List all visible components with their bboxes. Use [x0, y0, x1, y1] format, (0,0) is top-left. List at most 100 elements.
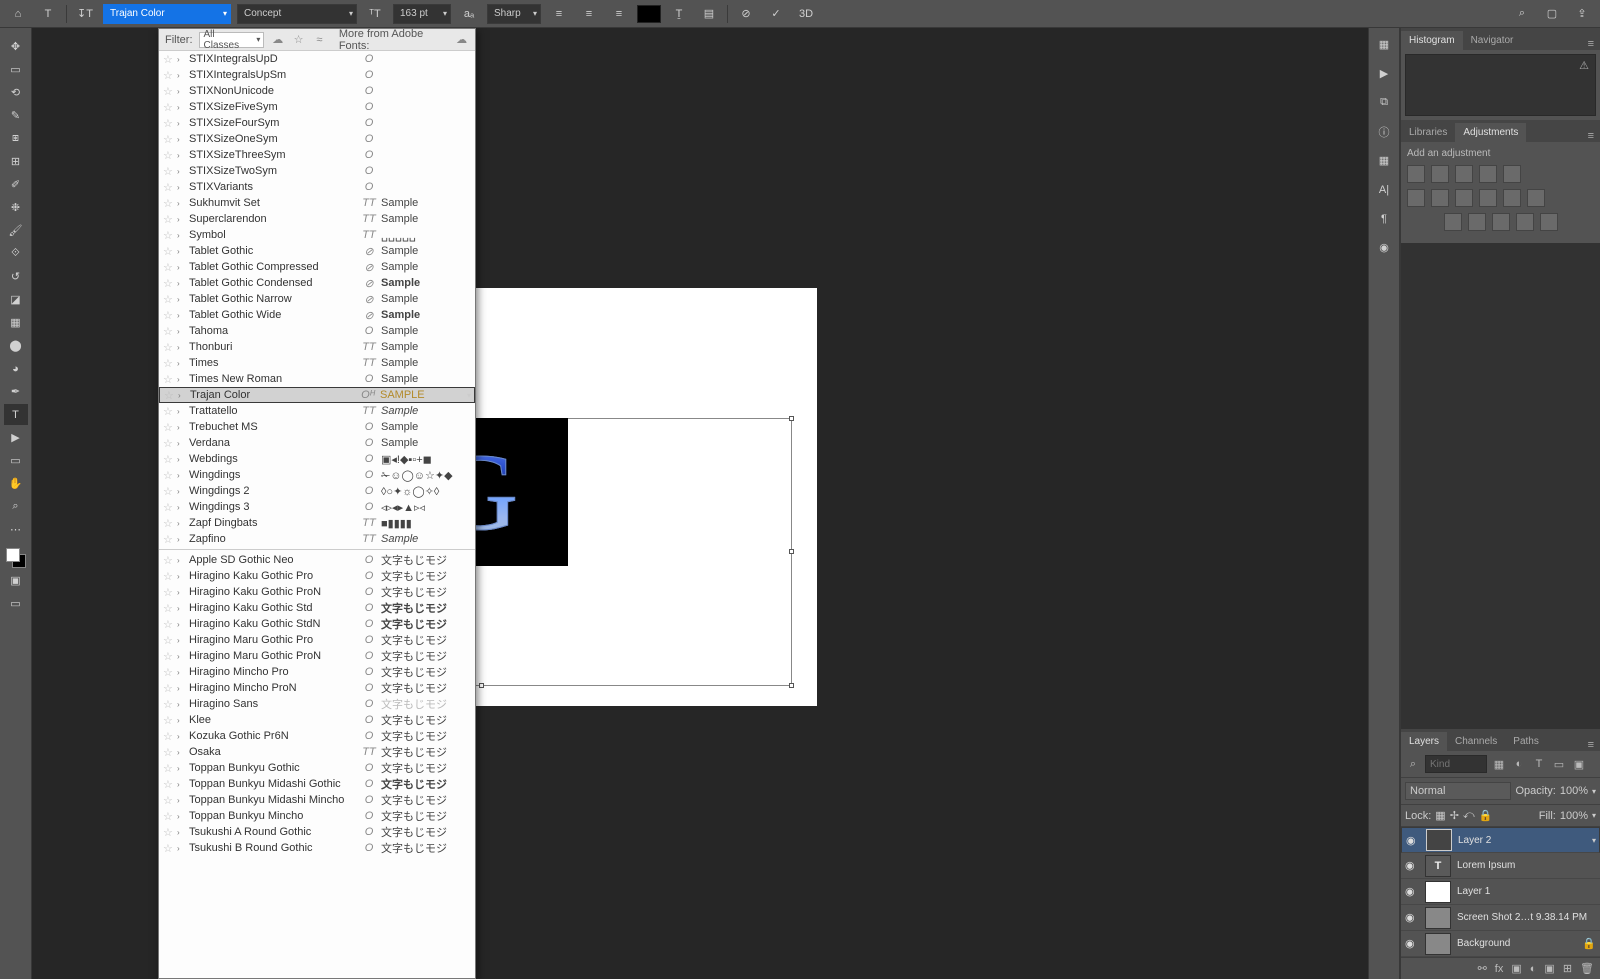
swatches-panel-icon[interactable]: ▦: [1372, 150, 1396, 171]
font-row[interactable]: ☆›Tablet Gothic Condensed⊘Sample: [159, 275, 475, 291]
font-dropdown[interactable]: Filter: All Classes ☁ ☆ ≈ More from Adob…: [158, 28, 476, 979]
text-color-swatch[interactable]: [637, 5, 661, 23]
favorite-star-icon[interactable]: ☆: [163, 213, 173, 226]
expand-arrow-icon[interactable]: ›: [177, 423, 185, 432]
expand-arrow-icon[interactable]: ›: [177, 716, 185, 725]
font-row[interactable]: ☆›STIXVariantsO: [159, 179, 475, 195]
favorite-star-icon[interactable]: ☆: [163, 101, 173, 114]
eyedropper-tool[interactable]: ✐: [4, 174, 28, 195]
favorite-star-icon[interactable]: ☆: [163, 405, 173, 418]
zoom-tool[interactable]: ⌕: [4, 496, 28, 517]
path-select-tool[interactable]: ▶: [4, 427, 28, 448]
edit-toolbar[interactable]: ⋯: [4, 519, 28, 540]
font-row[interactable]: ☆›STIXIntegralsUpSmO: [159, 67, 475, 83]
font-row[interactable]: ☆›KleeO文字もじモジ: [159, 712, 475, 728]
expand-arrow-icon[interactable]: ›: [177, 487, 185, 496]
favorite-star-icon[interactable]: ☆: [163, 373, 173, 386]
expand-arrow-icon[interactable]: ›: [177, 327, 185, 336]
favorite-star-icon[interactable]: ☆: [163, 682, 173, 695]
filter-type-icon[interactable]: T: [1531, 756, 1547, 772]
favorite-star-icon[interactable]: ☆: [163, 197, 173, 210]
font-row[interactable]: ☆›SuperclarendonTTSample: [159, 211, 475, 227]
paragraph-panel-icon[interactable]: ¶: [1372, 208, 1396, 229]
font-row[interactable]: ☆›TrattatelloTTSample: [159, 403, 475, 419]
align-center-icon[interactable]: ≡: [577, 2, 601, 26]
expand-arrow-icon[interactable]: ›: [177, 455, 185, 464]
font-row[interactable]: ☆›Hiragino Maru Gothic ProNO文字もじモジ: [159, 648, 475, 664]
anti-alias-select[interactable]: Sharp: [487, 4, 541, 24]
font-row[interactable]: ☆›STIXSizeFiveSymO: [159, 99, 475, 115]
expand-arrow-icon[interactable]: ›: [177, 556, 185, 565]
expand-arrow-icon[interactable]: ›: [177, 231, 185, 240]
font-row[interactable]: ☆›Hiragino Kaku Gothic ProO文字もじモジ: [159, 568, 475, 584]
font-size-select[interactable]: 163 pt: [393, 4, 451, 24]
font-row[interactable]: ☆›Hiragino Mincho ProO文字もじモジ: [159, 664, 475, 680]
invert-adjustment[interactable]: [1444, 213, 1462, 231]
favorite-star-icon[interactable]: ☆: [163, 826, 173, 839]
expand-arrow-icon[interactable]: ›: [177, 684, 185, 693]
font-row[interactable]: ☆›STIXSizeThreeSymO: [159, 147, 475, 163]
font-row[interactable]: ☆›Tablet Gothic⊘Sample: [159, 243, 475, 259]
favorite-star-icon[interactable]: ☆: [163, 501, 173, 514]
expand-arrow-icon[interactable]: ›: [177, 471, 185, 480]
expand-arrow-icon[interactable]: ›: [177, 247, 185, 256]
expand-arrow-icon[interactable]: ›: [177, 764, 185, 773]
expand-arrow-icon[interactable]: ›: [177, 295, 185, 304]
visibility-toggle-icon[interactable]: ◉: [1406, 834, 1420, 847]
cancel-icon[interactable]: ⊘: [734, 2, 758, 26]
expand-arrow-icon[interactable]: ›: [177, 279, 185, 288]
crop-tool[interactable]: ⧆: [4, 128, 28, 149]
favorite-star-icon[interactable]: ☆: [163, 762, 173, 775]
shape-tool[interactable]: ▭: [4, 450, 28, 471]
type-tool-icon[interactable]: T: [36, 2, 60, 26]
expand-arrow-icon[interactable]: ›: [177, 780, 185, 789]
expand-arrow-icon[interactable]: ›: [177, 652, 185, 661]
photo-filter-adjustment[interactable]: [1479, 189, 1497, 207]
typekit-filter-icon[interactable]: ☁: [270, 32, 285, 48]
lock-pixels-icon[interactable]: ▦: [1435, 809, 1445, 822]
history-brush-tool[interactable]: ↺: [4, 266, 28, 287]
font-list[interactable]: ☆›STIXIntegralsUpDO☆›STIXIntegralsUpSmO☆…: [159, 51, 475, 978]
doc-layout-icon[interactable]: ▢: [1540, 2, 1564, 26]
font-row[interactable]: ☆›Toppan Bunkyu Midashi MinchoO文字もじモジ: [159, 792, 475, 808]
font-row[interactable]: ☆›ZapfinoTTSample: [159, 531, 475, 547]
color-lookup-adjustment[interactable]: [1527, 189, 1545, 207]
layers-list[interactable]: ◉Layer 2◉TLorem Ipsum◉Layer 1◉Screen Sho…: [1401, 827, 1600, 957]
favorite-filter-icon[interactable]: ☆: [291, 32, 306, 48]
blend-mode-select[interactable]: Normal: [1405, 782, 1511, 800]
expand-arrow-icon[interactable]: ›: [177, 167, 185, 176]
favorite-star-icon[interactable]: ☆: [163, 165, 173, 178]
fill-adjust-icon[interactable]: ◐: [1530, 963, 1537, 975]
selective-color-adjustment[interactable]: [1540, 213, 1558, 231]
favorite-star-icon[interactable]: ☆: [163, 421, 173, 434]
layer-name[interactable]: Lorem Ipsum: [1457, 860, 1515, 871]
hue-adjustment[interactable]: [1407, 189, 1425, 207]
panel-menu-icon[interactable]: ≡: [1582, 739, 1600, 751]
frame-tool[interactable]: ⊞: [4, 151, 28, 172]
color-panel-icon[interactable]: ▦: [1372, 34, 1396, 55]
move-tool[interactable]: ✥: [4, 36, 28, 57]
info-panel-icon[interactable]: ⓘ: [1372, 121, 1396, 142]
lock-icon[interactable]: 🔒: [1582, 937, 1596, 950]
visibility-toggle-icon[interactable]: ◉: [1405, 885, 1419, 898]
font-row[interactable]: ☆›TimesTTSample: [159, 355, 475, 371]
marquee-tool[interactable]: ▭: [4, 59, 28, 80]
font-row[interactable]: ☆›WebdingsO▣◂!◆▪▫+◼: [159, 451, 475, 467]
histogram-tab[interactable]: Histogram: [1401, 31, 1463, 50]
layer-name[interactable]: Layer 2: [1458, 835, 1491, 846]
font-row[interactable]: ☆›STIXSizeOneSymO: [159, 131, 475, 147]
favorite-star-icon[interactable]: ☆: [163, 533, 173, 546]
screen-mode-tool[interactable]: ▭: [4, 593, 28, 614]
expand-arrow-icon[interactable]: ›: [177, 263, 185, 272]
layer-name[interactable]: Background: [1457, 938, 1510, 949]
dodge-tool[interactable]: ◕: [4, 358, 28, 379]
filter-smart-icon[interactable]: ▣: [1571, 756, 1587, 772]
layer-filter-search-icon[interactable]: ⌕: [1405, 756, 1421, 772]
expand-arrow-icon[interactable]: ›: [177, 103, 185, 112]
favorite-star-icon[interactable]: ☆: [163, 570, 173, 583]
expand-arrow-icon[interactable]: ›: [177, 199, 185, 208]
vibrance-adjustment[interactable]: [1503, 165, 1521, 183]
pen-tool[interactable]: ✒: [4, 381, 28, 402]
font-row[interactable]: ☆›Hiragino SansO文字もじモジ: [159, 696, 475, 712]
visibility-toggle-icon[interactable]: ◉: [1405, 937, 1419, 950]
